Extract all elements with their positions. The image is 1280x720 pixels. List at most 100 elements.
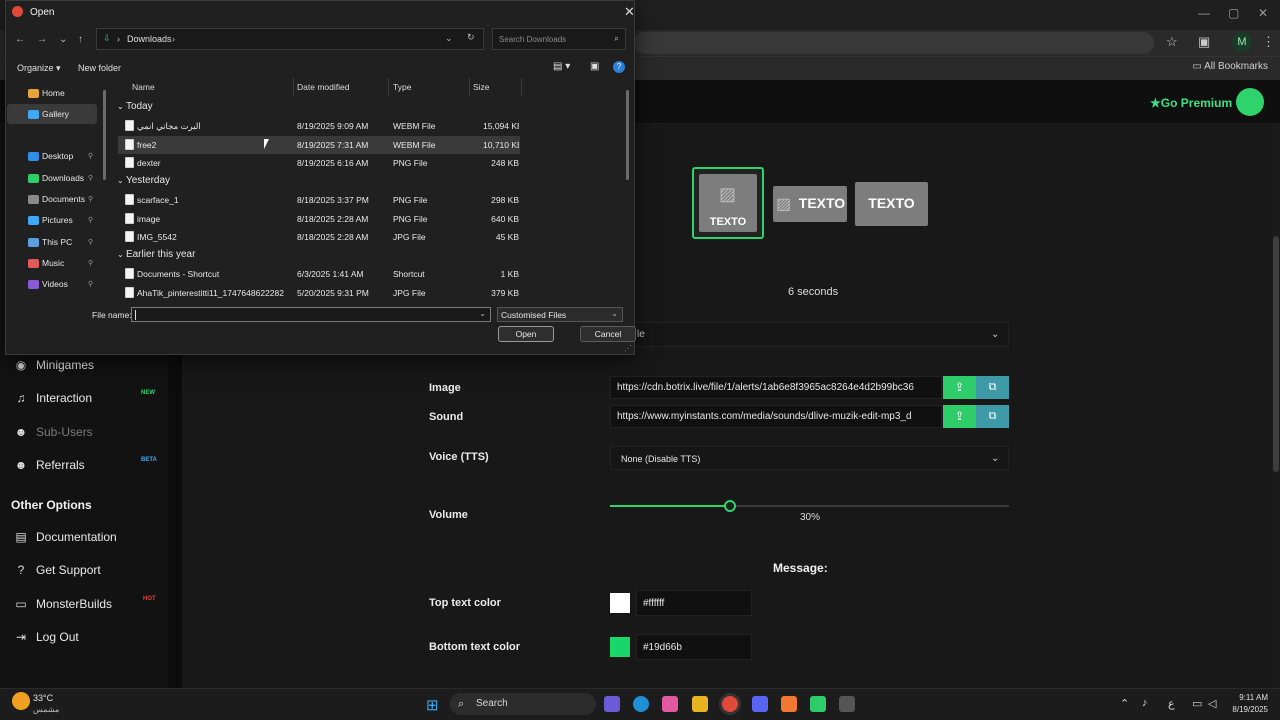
sidebar-item-log-out[interactable]: ⇥ Log Out: [14, 630, 79, 644]
weather-icon[interactable]: [12, 692, 30, 710]
search-downloads-input[interactable]: Search Downloads ⌕: [492, 28, 626, 50]
file-row[interactable]: free2 8/19/2025 7:31 AM WEBM File 10,710 KB: [118, 135, 520, 154]
chrome-browser-icon[interactable]: [722, 696, 738, 712]
dialog-close-icon[interactable]: ✕: [624, 4, 635, 20]
edge-browser-icon[interactable]: [633, 696, 649, 712]
breadcrumb-downloads[interactable]: Downloads: [127, 34, 172, 44]
image-url-input[interactable]: https://cdn.botrix.live/file/1/alerts/1a…: [610, 376, 942, 399]
mascot-avatar[interactable]: [1236, 88, 1264, 116]
file-group-header[interactable]: ⌄ Earlier this year: [117, 249, 195, 260]
voice-tts-dropdown[interactable]: None (Disable TTS): [610, 446, 1009, 470]
column-date-modified[interactable]: Date modified: [297, 82, 349, 92]
alert-style-option-1[interactable]: ▨ TEXTO: [692, 167, 764, 239]
maximize-icon[interactable]: ▢: [1228, 6, 1239, 20]
file-row[interactable]: AhaTik_pinterestitti11_1747648622282 5/20…: [118, 284, 520, 302]
layout-dropdown[interactable]: le: [610, 322, 1009, 347]
help-icon[interactable]: ?: [613, 61, 625, 73]
sidebar-item-referrals[interactable]: ☻ Referrals: [14, 458, 85, 472]
menu-dots-icon[interactable]: ⋮: [1262, 34, 1275, 50]
file-name-input[interactable]: ⌄: [131, 307, 491, 322]
sidebar-item-sub-users[interactable]: ☻ Sub-Users: [14, 425, 93, 439]
top-text-color-input[interactable]: #ffffff: [636, 590, 752, 616]
clock-time[interactable]: 9:11 AM: [1230, 693, 1268, 702]
sidebar-item-minigames[interactable]: ◉ Minigames: [14, 358, 94, 372]
nav-item-desktop[interactable]: Desktop: [42, 151, 73, 161]
nav-item-gallery[interactable]: Gallery: [42, 109, 69, 119]
new-folder-button[interactable]: New folder: [78, 63, 121, 73]
address-bar[interactable]: [634, 32, 1154, 54]
copilot-icon[interactable]: [662, 696, 678, 712]
game-app-icon[interactable]: [604, 696, 620, 712]
clock-date[interactable]: 8/19/2025: [1226, 705, 1268, 714]
minimize-icon[interactable]: —: [1198, 6, 1210, 20]
file-row[interactable]: IMG_5542 8/18/2025 2:28 AM JPG File 45 KB: [118, 228, 520, 246]
app-a-icon[interactable]: [781, 696, 797, 712]
nav-item-documents[interactable]: Documents: [42, 194, 85, 204]
refresh-icon[interactable]: ↻: [467, 32, 475, 43]
upload-image-button[interactable]: ⇪: [943, 376, 976, 399]
tray-chevron-icon[interactable]: ⌃: [1120, 697, 1129, 710]
sidebar-item-monsterbuilds[interactable]: ▭ MonsterBuilds: [14, 597, 112, 611]
sidebar-item-documentation[interactable]: ▤ Documentation: [14, 530, 116, 544]
organize-menu[interactable]: Organize ▾: [17, 63, 61, 74]
bottom-text-color-swatch[interactable]: [610, 637, 630, 657]
nav-item-this-pc[interactable]: This PC: [42, 237, 72, 247]
nav-item-videos[interactable]: Videos: [42, 279, 68, 289]
file-row[interactable]: scarface_1 8/18/2025 3:37 PM PNG File 298 K…: [118, 191, 520, 209]
file-row[interactable]: dexter 8/19/2025 6:16 AM PNG File 248 KB: [118, 154, 520, 172]
resize-grip-icon[interactable]: ⋰: [624, 344, 632, 353]
language-indicator[interactable]: ع: [1168, 697, 1175, 710]
nav-pane-scrollbar[interactable]: [103, 90, 106, 180]
sound-url-input[interactable]: https://www.myinstants.com/media/sounds/…: [610, 405, 942, 428]
sidebar-icon[interactable]: ▣: [1198, 34, 1210, 50]
all-bookmarks-link[interactable]: ▭ All Bookmarks: [1192, 61, 1268, 72]
image-gallery-button[interactable]: ⧉: [976, 376, 1009, 399]
sidebar-item-interaction[interactable]: ♫ Interaction: [14, 391, 93, 405]
column-size[interactable]: Size: [473, 82, 490, 92]
upload-sound-button[interactable]: ⇪: [943, 405, 976, 428]
bottom-text-color-input[interactable]: #19d66b: [636, 634, 752, 660]
close-icon[interactable]: ✕: [1258, 6, 1268, 20]
view-options-icon[interactable]: ▤ ▾: [553, 61, 570, 72]
cancel-button[interactable]: Cancel: [580, 326, 636, 342]
file-row[interactable]: Documents - Shortcut 6/3/2025 1:41 AM Shor…: [118, 265, 520, 283]
botrix-app-icon[interactable]: [810, 696, 826, 712]
nav-item-downloads[interactable]: Downloads: [42, 173, 84, 183]
microphone-icon[interactable]: ♪: [1142, 697, 1148, 709]
forward-arrow-icon[interactable]: →: [37, 34, 47, 45]
path-dropdown-icon[interactable]: ⌄: [445, 33, 453, 44]
volume-slider-track[interactable]: [610, 505, 1009, 507]
windows-start-icon[interactable]: ⊞: [426, 696, 439, 714]
up-arrow-icon[interactable]: ↑: [78, 34, 83, 45]
top-text-color-swatch[interactable]: [610, 593, 630, 613]
file-row[interactable]: image 8/18/2025 2:28 AM PNG File 640 KB: [118, 210, 520, 228]
nav-item-music[interactable]: Music: [42, 258, 64, 268]
sidebar-item-get-support[interactable]: ? Get Support: [14, 563, 101, 577]
column-name[interactable]: Name: [132, 82, 155, 92]
address-path-box[interactable]: ⇩ › Downloads › ⌄ ↻: [96, 28, 484, 50]
back-arrow-icon[interactable]: ←: [15, 34, 25, 45]
file-explorer-icon[interactable]: [692, 696, 708, 712]
recent-chevron-icon[interactable]: ⌄: [59, 34, 67, 45]
page-scrollbar-thumb[interactable]: [1273, 236, 1279, 472]
go-premium-button[interactable]: ★Go Premium: [1150, 96, 1232, 110]
network-icon[interactable]: ▭: [1192, 697, 1202, 710]
sound-gallery-button[interactable]: ⧉: [976, 405, 1009, 428]
star-icon[interactable]: ☆: [1166, 34, 1178, 50]
preview-pane-icon[interactable]: ▣: [590, 61, 599, 72]
alert-style-option-2[interactable]: ▨ TEXTO: [773, 186, 847, 222]
column-type[interactable]: Type: [393, 82, 411, 92]
nav-item-home[interactable]: Home: [42, 88, 65, 98]
alert-style-option-3[interactable]: TEXTO: [855, 182, 928, 226]
file-group-header[interactable]: ⌄ Yesterday: [117, 175, 170, 186]
nav-item-pictures[interactable]: Pictures: [42, 215, 73, 225]
taskbar-search[interactable]: ⌕ Search: [450, 693, 596, 715]
open-button[interactable]: Open: [498, 326, 554, 342]
file-group-header[interactable]: ⌄ Today: [117, 101, 153, 112]
app-m-icon[interactable]: [839, 696, 855, 712]
volume-slider-handle[interactable]: [723, 500, 736, 512]
profile-avatar[interactable]: M: [1232, 32, 1252, 52]
file-type-select[interactable]: Customised Files ⌄: [497, 307, 623, 322]
file-list-scrollbar[interactable]: [626, 90, 629, 180]
volume-icon[interactable]: ◁: [1208, 697, 1216, 710]
